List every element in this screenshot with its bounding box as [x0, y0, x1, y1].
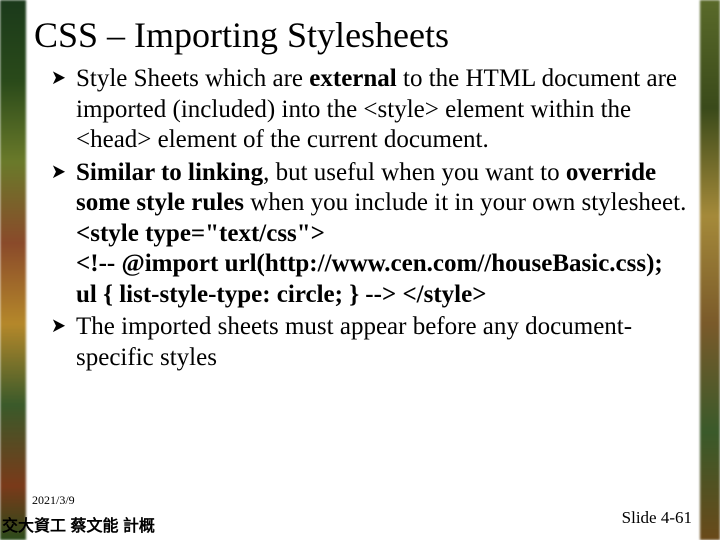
footer-slide-number: Slide 4-61 — [622, 508, 692, 528]
bullet-item: The imported sheets must appear before a… — [50, 312, 694, 373]
footer-author: 交大資工 蔡文能 計概 — [2, 512, 155, 536]
bullet-item: Similar to linking, but useful when you … — [50, 158, 694, 311]
slide-content: CSS – Importing Stylesheets Style Sheets… — [34, 0, 694, 540]
bullet-list: Style Sheets which are external to the H… — [50, 64, 694, 373]
footer-date: 2021/3/9 — [32, 493, 75, 508]
decorative-right-border — [700, 0, 720, 540]
slide-title: CSS – Importing Stylesheets — [34, 14, 694, 56]
decorative-left-border — [0, 0, 26, 540]
bullet-item: Style Sheets which are external to the H… — [50, 64, 694, 156]
